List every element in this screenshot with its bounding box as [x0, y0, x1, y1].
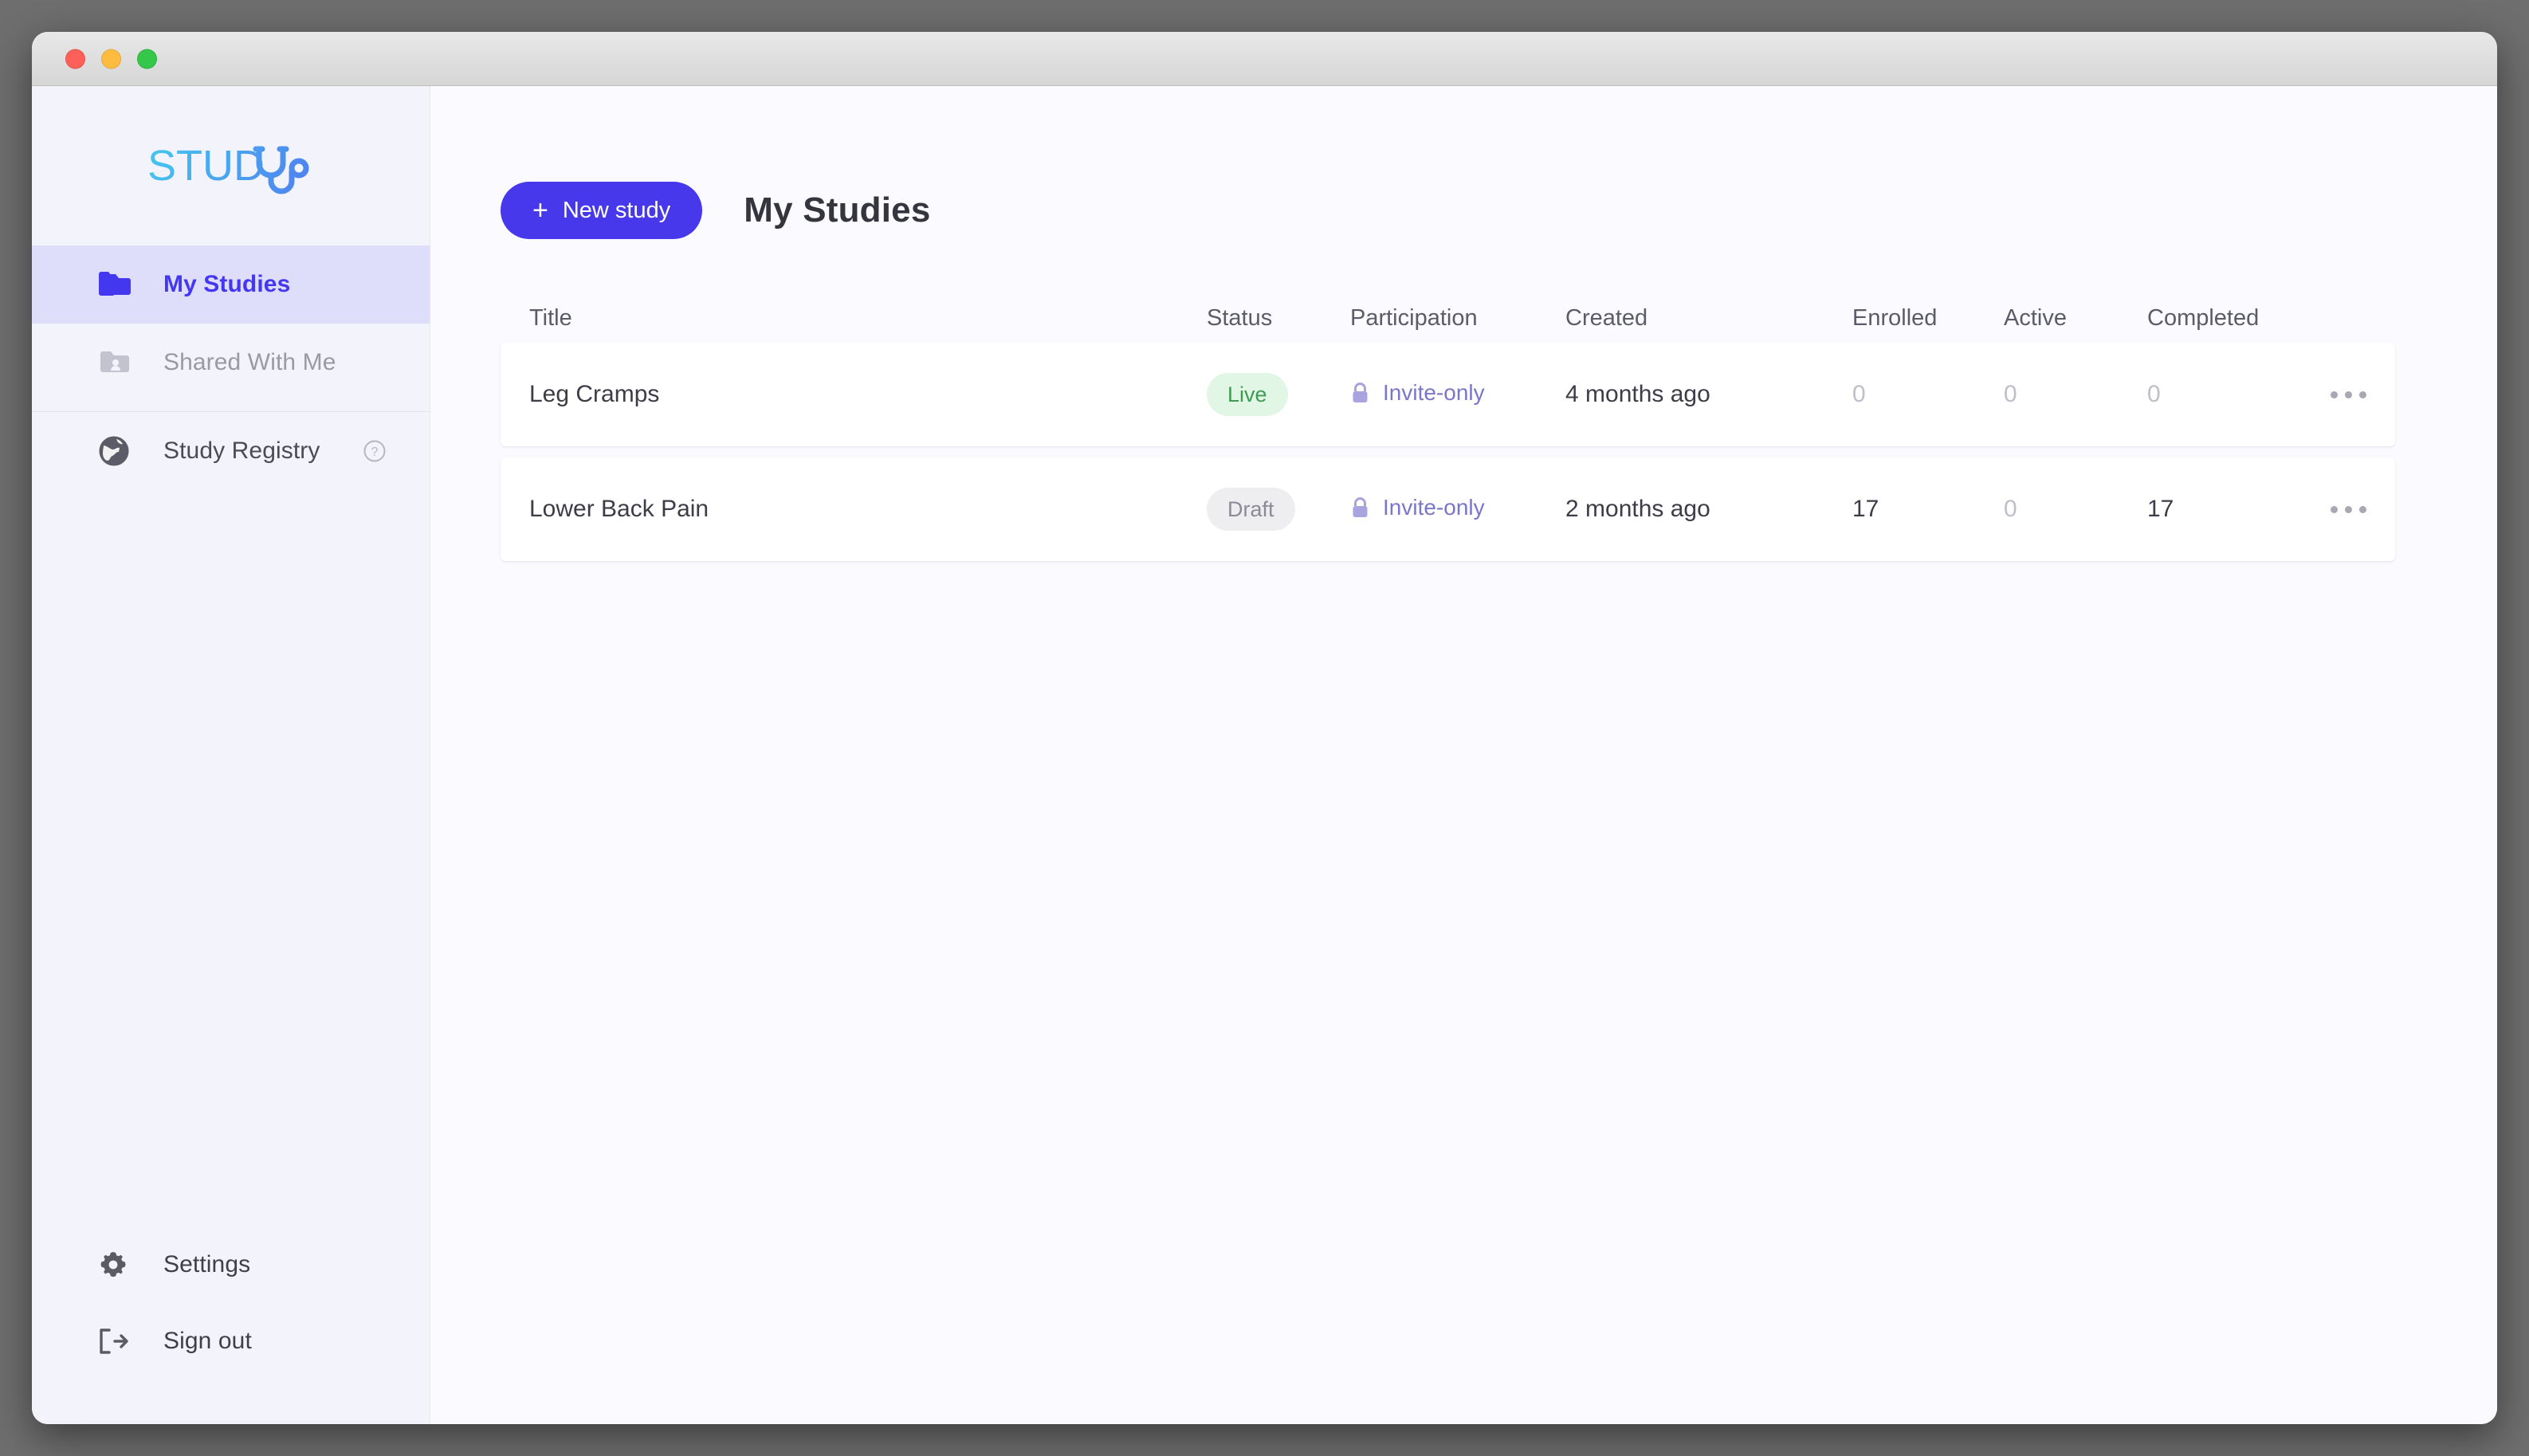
- participation-cell: Invite-only: [1350, 495, 1565, 524]
- sidebar-item-my-studies[interactable]: My Studies: [32, 245, 430, 324]
- sidebar-item-settings[interactable]: Settings: [32, 1226, 430, 1303]
- participation-value: Invite-only: [1350, 380, 1485, 406]
- zoom-window-button[interactable]: [137, 49, 157, 69]
- column-header-participation: Participation: [1350, 304, 1478, 331]
- window-titlebar: [32, 32, 2497, 86]
- sidebar-item-label: Settings: [163, 1251, 251, 1277]
- new-study-button-label: New study: [562, 197, 671, 223]
- sidebar-primary-nav: My Studies Shared With Me Study Registry…: [32, 245, 430, 490]
- sidebar-item-shared-with-me[interactable]: Shared With Me: [32, 324, 430, 402]
- participation-value: Invite-only: [1350, 495, 1485, 520]
- column-header-completed: Completed: [2147, 304, 2260, 331]
- table-row[interactable]: Lower Back Pain Draft Invite-only 2 mont…: [501, 457, 2395, 561]
- completed-count: 0: [2147, 381, 2161, 407]
- lock-icon: [1353, 382, 1368, 402]
- folder-copy-icon: [97, 269, 137, 300]
- enrolled-count: 17: [1852, 496, 1879, 522]
- status-badge: Draft: [1207, 488, 1295, 531]
- app-window: STUD My Studies Shared With Me Study Reg…: [32, 32, 2497, 1424]
- traffic-lights: [65, 49, 157, 69]
- study-logo-icon: STUD: [147, 142, 308, 194]
- svg-text:?: ?: [371, 445, 379, 459]
- svg-text:STUD: STUD: [147, 142, 265, 190]
- sidebar-item-label: Shared With Me: [163, 349, 336, 375]
- completed-count: 17: [2147, 496, 2174, 522]
- active-count: 0: [2004, 496, 2017, 522]
- lock-icon: [1353, 496, 1368, 517]
- close-window-button[interactable]: [65, 49, 85, 69]
- study-title: Lower Back Pain: [529, 496, 709, 522]
- gear-icon: [97, 1249, 137, 1281]
- help-circle-icon[interactable]: ?: [363, 439, 387, 463]
- column-header-status: Status: [1207, 304, 1273, 331]
- sidebar-item-label: Study Registry: [163, 438, 320, 464]
- column-header-title: Title: [529, 304, 572, 331]
- new-study-button[interactable]: + New study: [501, 182, 703, 239]
- column-header-created: Created: [1565, 304, 1648, 331]
- row-actions-menu-button[interactable]: [2331, 390, 2376, 398]
- created-date: 4 months ago: [1565, 381, 1710, 407]
- main-content: + New study My Studies Title Status Part…: [430, 86, 2497, 1424]
- desktop-background: STUD My Studies Shared With Me Study Reg…: [0, 0, 2529, 1456]
- kebab-menu-icon: [2331, 390, 2338, 398]
- column-header-active: Active: [2004, 304, 2067, 331]
- status-badge: Live: [1207, 373, 1288, 416]
- sidebar-bottom-nav: Settings Sign out: [32, 1226, 430, 1424]
- participation-label: Invite-only: [1383, 380, 1485, 406]
- status-badge-cell: Live: [1207, 373, 1350, 416]
- logout-icon: [97, 1326, 137, 1356]
- minimize-window-button[interactable]: [101, 49, 121, 69]
- sidebar-item-study-registry[interactable]: Study Registry ?: [32, 412, 430, 490]
- studies-table: Title Status Participation Created Enrol…: [501, 293, 2395, 561]
- column-header-enrolled: Enrolled: [1852, 304, 1938, 331]
- table-row[interactable]: Leg Cramps Live Invite-only 4 months ago…: [501, 343, 2395, 446]
- table-header-row: Title Status Participation Created Enrol…: [501, 293, 2395, 343]
- globe-icon: [97, 434, 137, 468]
- active-count: 0: [2004, 381, 2017, 407]
- page-title: My Studies: [744, 190, 931, 230]
- plus-icon: +: [532, 195, 548, 226]
- brand-logo[interactable]: STUD: [32, 86, 430, 245]
- kebab-menu-icon: [2331, 505, 2338, 513]
- status-badge-cell: Draft: [1207, 488, 1350, 531]
- row-actions-menu-button[interactable]: [2331, 505, 2376, 513]
- sidebar-item-sign-out[interactable]: Sign out: [32, 1303, 430, 1379]
- page-toolbar: + New study My Studies: [501, 182, 2429, 239]
- created-date: 2 months ago: [1565, 496, 1710, 522]
- app-body: STUD My Studies Shared With Me Study Reg…: [32, 86, 2497, 1424]
- enrolled-count: 0: [1852, 381, 1866, 407]
- participation-cell: Invite-only: [1350, 380, 1565, 409]
- folder-shared-icon: [97, 347, 137, 378]
- participation-label: Invite-only: [1383, 495, 1485, 520]
- sidebar: STUD My Studies Shared With Me Study Reg…: [32, 86, 430, 1424]
- sidebar-item-label: Sign out: [163, 1328, 252, 1354]
- study-title: Leg Cramps: [529, 381, 660, 407]
- sidebar-item-label: My Studies: [163, 271, 291, 297]
